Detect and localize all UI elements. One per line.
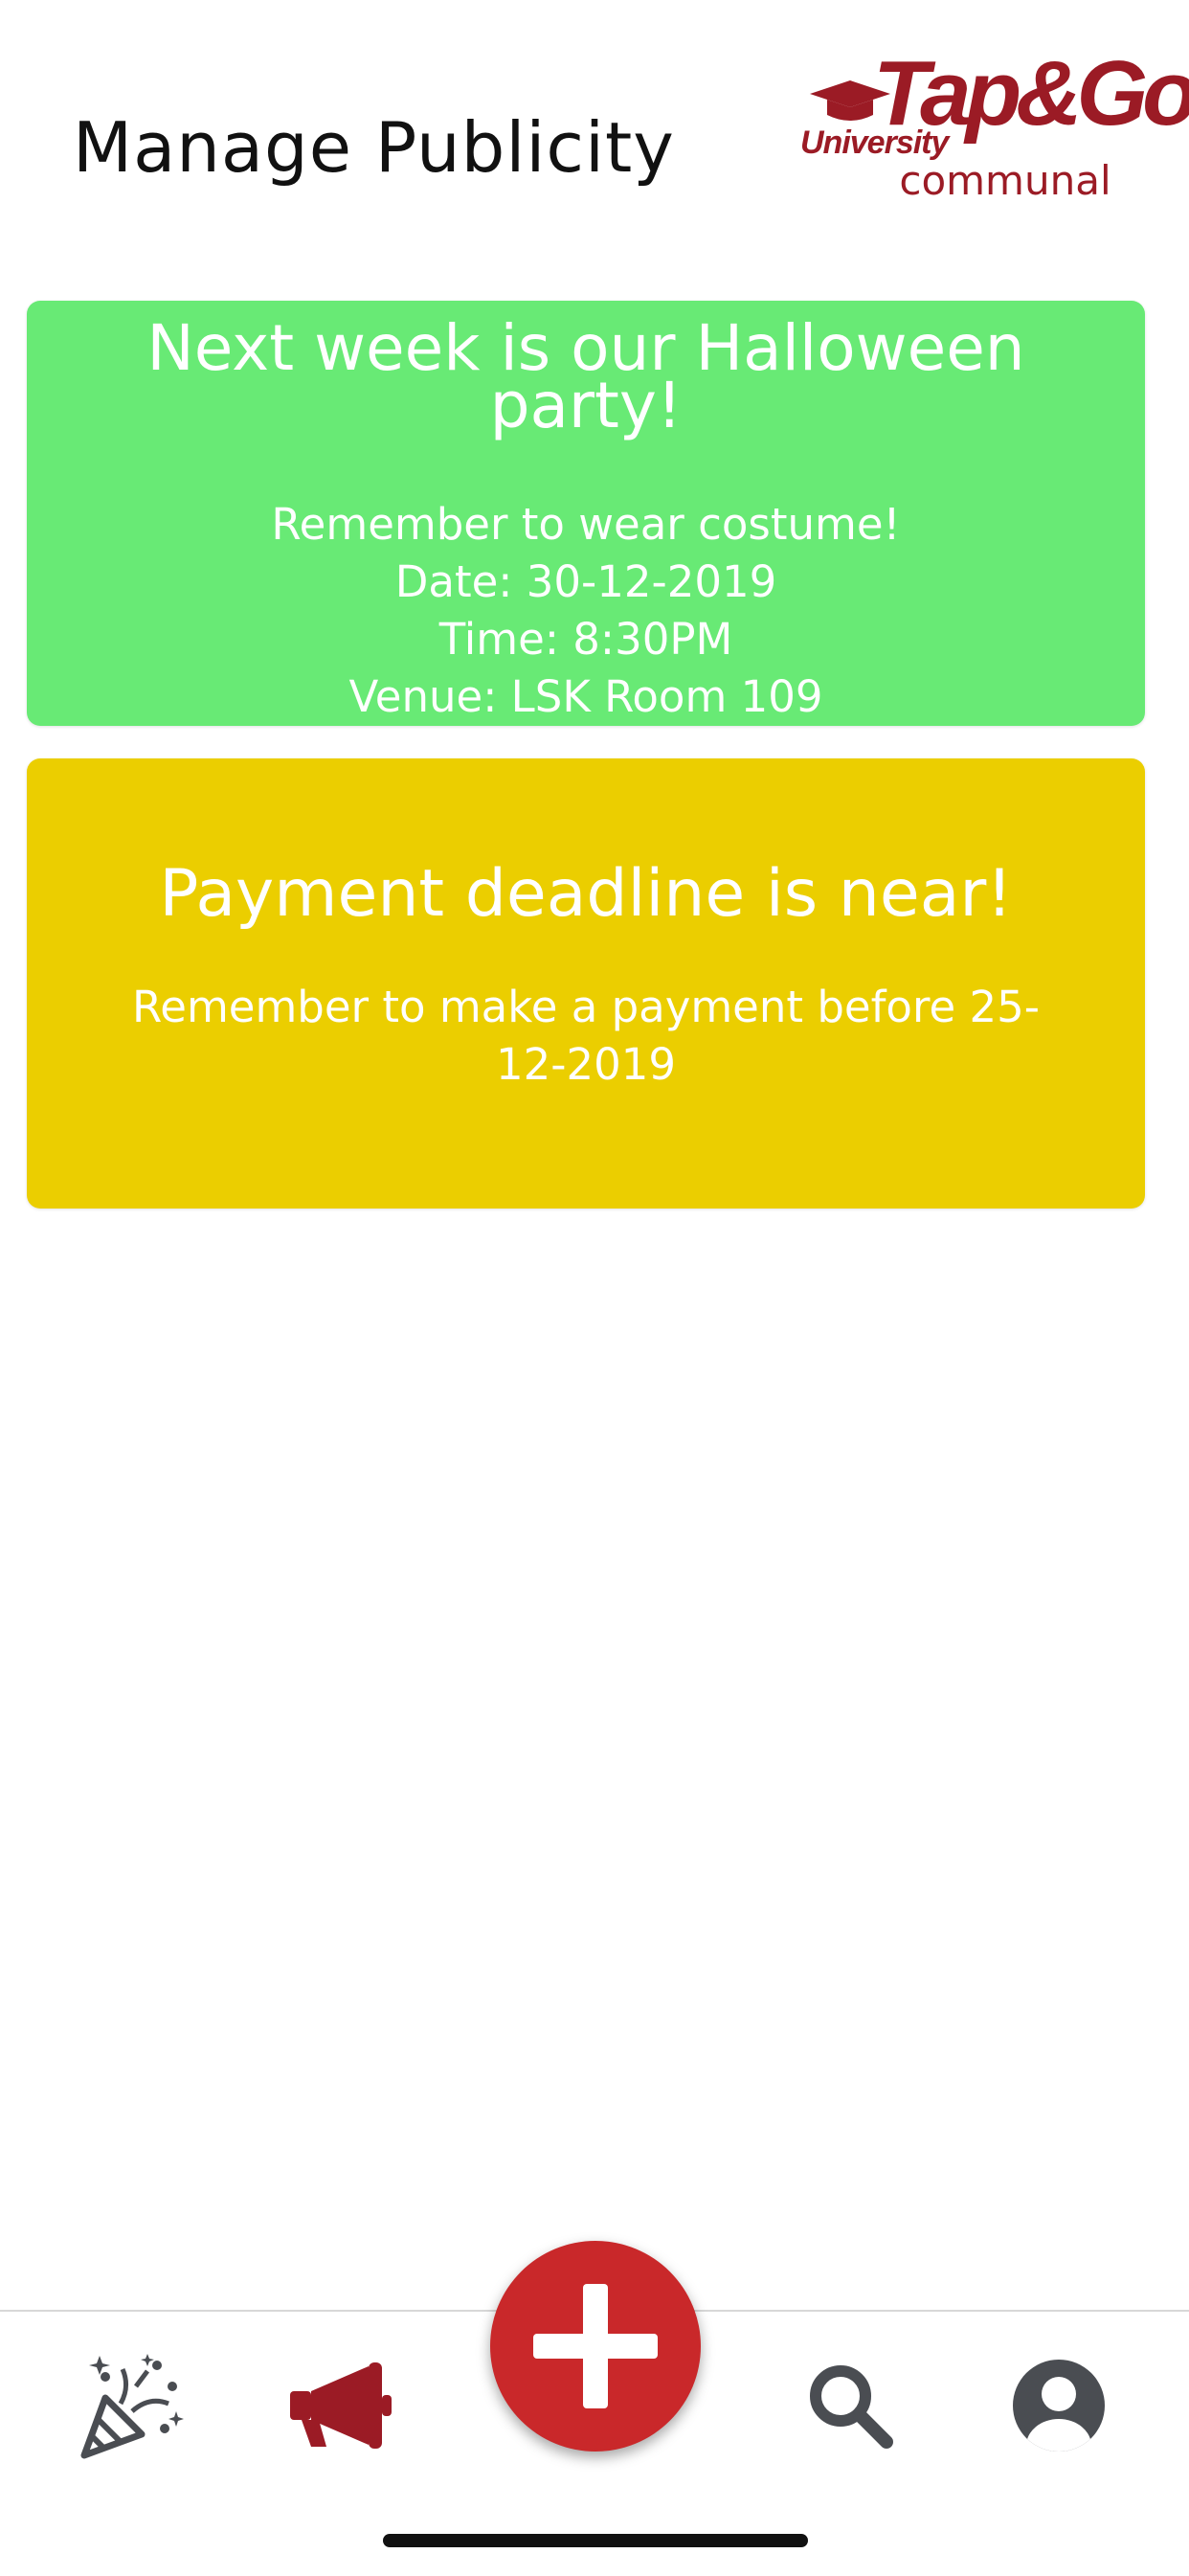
user-profile-icon (1013, 2360, 1105, 2452)
publicity-card-payment[interactable]: Payment deadline is near! Remember to ma… (27, 758, 1145, 1209)
tab-profile[interactable] (992, 2339, 1126, 2473)
tab-publicity[interactable] (274, 2339, 408, 2473)
party-popper-icon (80, 2354, 184, 2459)
card-line: Remember to wear costume! (271, 499, 901, 550)
logo-subtitle: communal (899, 157, 1111, 204)
page-title: Manage Publicity (73, 107, 675, 188)
add-publicity-button[interactable] (490, 2241, 701, 2452)
tab-search[interactable] (783, 2339, 917, 2473)
tab-events[interactable] (63, 2339, 197, 2473)
tap-and-go-logo: Tap&Go University communal (795, 38, 1189, 211)
card-title: Payment deadline is near! (159, 856, 1013, 932)
card-body: Remember to wear costume! Date: 30-12-20… (27, 496, 1145, 726)
megaphone-icon (290, 2362, 392, 2449)
publicity-card-halloween[interactable]: Next week is our Halloween party! Rememb… (27, 301, 1145, 726)
card-body: Remember to make a payment before 25-12-… (126, 979, 1045, 1094)
card-line: Venue: LSK Room 109 (348, 671, 823, 722)
card-title: Next week is our Halloween party! (146, 311, 1025, 442)
card-line: Date: 30-12-2019 (394, 556, 777, 607)
plus-icon (533, 2284, 658, 2408)
card-line: Time: 8:30PM (438, 614, 733, 665)
search-icon (810, 2365, 893, 2449)
card-line: Remember to make a payment before 25-12-… (132, 982, 1040, 1090)
home-indicator (383, 2534, 808, 2547)
